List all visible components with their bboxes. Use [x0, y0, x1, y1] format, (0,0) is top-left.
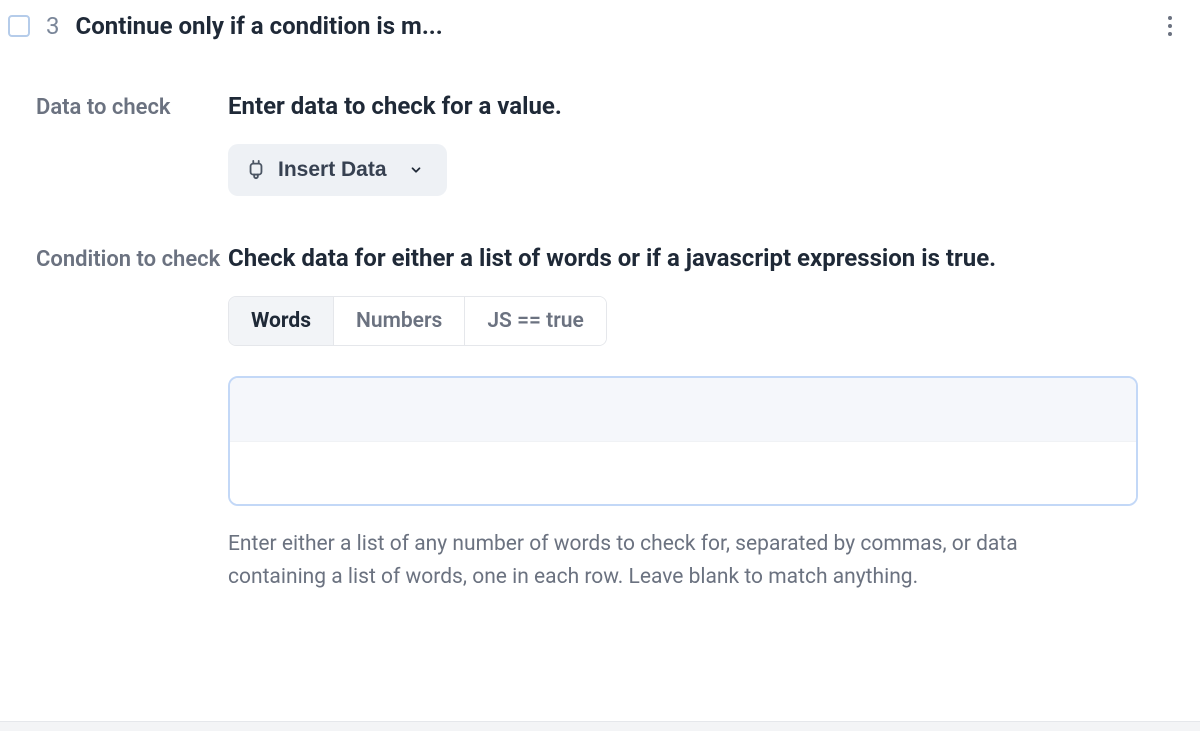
tab-numbers[interactable]: Numbers	[334, 297, 465, 345]
step-number: 3	[46, 12, 60, 40]
more-vertical-icon	[1168, 16, 1172, 20]
condition-tabs: Words Numbers JS == true	[228, 296, 607, 346]
bottom-strip	[0, 721, 1200, 731]
tab-js[interactable]: JS == true	[465, 297, 605, 345]
step-config-panel: 3 Continue only if a condition is m... D…	[0, 0, 1200, 731]
step-title: Continue only if a condition is m...	[76, 12, 443, 40]
words-input-toolbar	[230, 378, 1136, 442]
words-input[interactable]	[228, 376, 1138, 506]
insert-data-label: Insert Data	[278, 158, 387, 182]
step-header: 3 Continue only if a condition is m...	[0, 0, 1200, 52]
condition-heading: Check data for either a list of words or…	[228, 244, 1164, 272]
chevron-down-icon	[409, 163, 423, 177]
field-body-condition: Check data for either a list of words or…	[228, 244, 1164, 593]
insert-data-icon	[246, 160, 266, 180]
words-input-area[interactable]	[230, 442, 1136, 504]
insert-data-button[interactable]: Insert Data	[228, 144, 447, 196]
step-header-left: 3 Continue only if a condition is m...	[8, 12, 443, 40]
field-label-data-to-check: Data to check	[36, 92, 228, 196]
field-data-to-check: Data to check Enter data to check for a …	[36, 92, 1164, 196]
field-condition-to-check: Condition to check Check data for either…	[36, 244, 1164, 593]
field-label-condition: Condition to check	[36, 244, 228, 593]
step-content: Data to check Enter data to check for a …	[0, 52, 1200, 593]
tab-words[interactable]: Words	[229, 297, 334, 345]
data-to-check-heading: Enter data to check for a value.	[228, 92, 1164, 120]
step-checkbox[interactable]	[8, 15, 30, 37]
field-body-data-to-check: Enter data to check for a value. Insert …	[228, 92, 1164, 196]
more-menu-button[interactable]	[1160, 8, 1180, 44]
words-help-text: Enter either a list of any number of wor…	[228, 528, 1108, 593]
